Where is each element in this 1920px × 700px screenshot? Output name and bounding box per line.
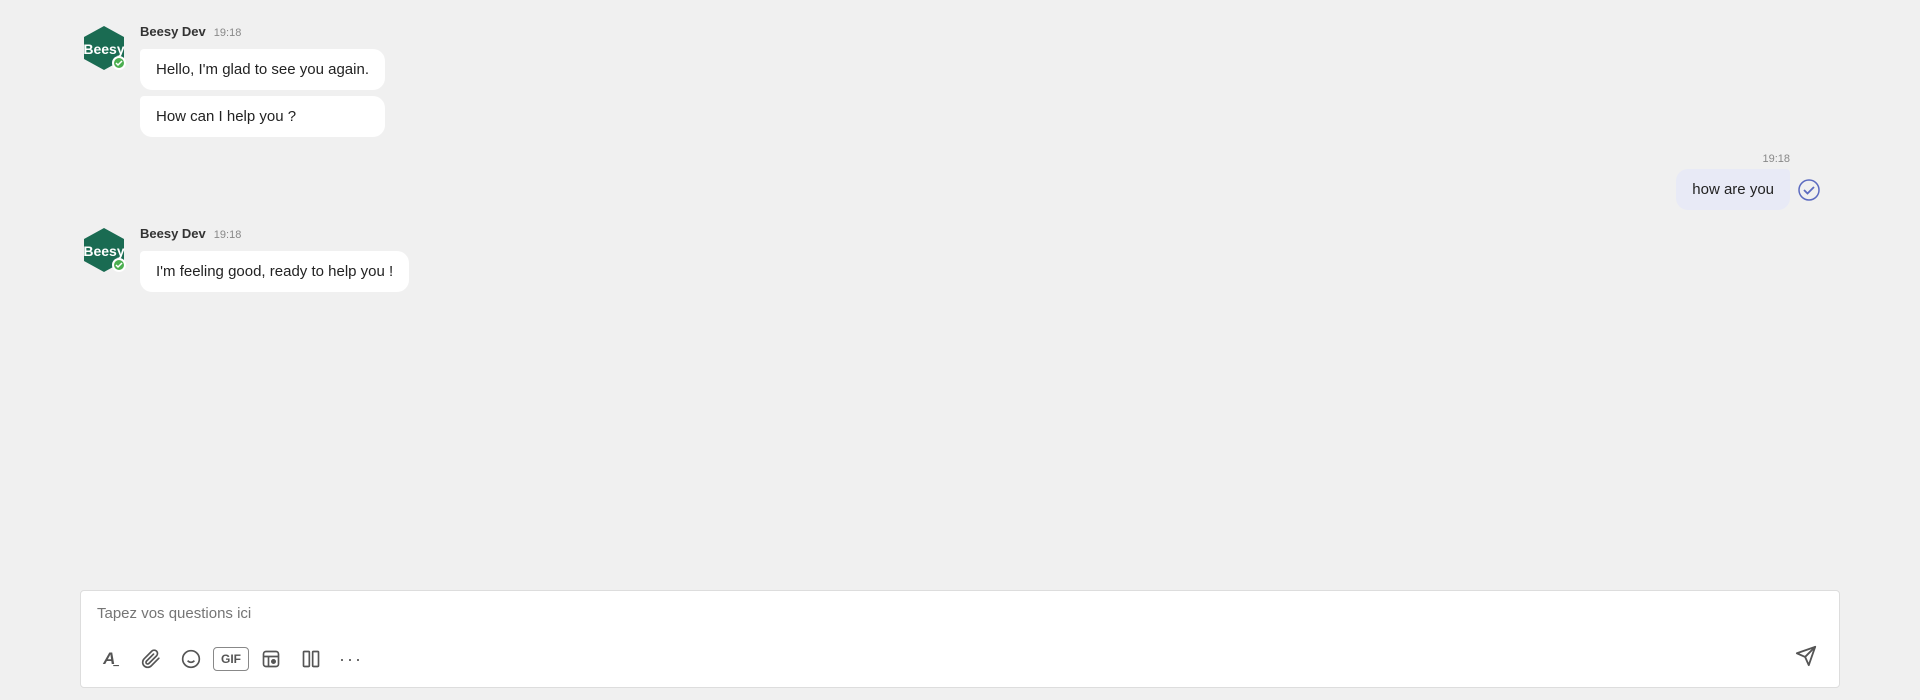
- gif-button[interactable]: GIF: [213, 647, 249, 671]
- bot-time-1: 19:18: [214, 27, 242, 39]
- send-button[interactable]: [1785, 639, 1827, 679]
- svg-text:Beesy: Beesy: [83, 243, 124, 259]
- bot-bubbles-1: Beesy Dev 19:18 Hello, I'm glad to see y…: [140, 24, 385, 137]
- bot-avatar-2: Beesy: [80, 226, 128, 274]
- bot-bubble-1a: Hello, I'm glad to see you again.: [140, 49, 385, 90]
- bot-avatar: Beesy: [80, 24, 128, 72]
- bot-time-2: 19:18: [214, 229, 242, 241]
- bot-bubble-1b: How can I help you ?: [140, 96, 385, 137]
- user-message-row: 19:18 how are you: [80, 153, 1840, 210]
- bot-message-row-1: Beesy Beesy Dev 19:18 Hello, I'm glad to…: [80, 24, 1840, 137]
- bot-online-badge: [112, 56, 126, 70]
- immersive-button[interactable]: [293, 641, 329, 677]
- user-bubble-wrapper: 19:18 how are you: [1676, 153, 1790, 210]
- gif-label: GIF: [221, 652, 241, 666]
- format-text-button[interactable]: A _: [93, 641, 129, 677]
- svg-text:Beesy: Beesy: [83, 41, 124, 57]
- bot-name-2: Beesy Dev: [140, 226, 206, 241]
- sticker-button[interactable]: [253, 641, 289, 677]
- bot-header-2: Beesy Dev 19:18: [140, 226, 409, 241]
- more-dots: ···: [339, 649, 363, 670]
- user-time: 19:18: [1762, 153, 1790, 165]
- attach-button[interactable]: [133, 641, 169, 677]
- input-box: A _ GIF: [80, 590, 1840, 688]
- bot-name-1: Beesy Dev: [140, 24, 206, 39]
- input-area: A _ GIF: [0, 582, 1920, 700]
- bot-bubble-2a: I'm feeling good, ready to help you !: [140, 251, 409, 292]
- message-status-icon: [1798, 179, 1820, 206]
- toolbar-row: A _ GIF: [81, 633, 1839, 687]
- emoji-button[interactable]: [173, 641, 209, 677]
- chat-container: Beesy Beesy Dev 19:18 Hello, I'm glad to…: [0, 0, 1920, 582]
- bot-online-badge-2: [112, 258, 126, 272]
- more-options-button[interactable]: ···: [333, 641, 369, 677]
- input-text-row[interactable]: [81, 591, 1839, 633]
- bot-bubbles-2: Beesy Dev 19:18 I'm feeling good, ready …: [140, 226, 409, 292]
- message-input[interactable]: [97, 605, 1823, 622]
- bot-message-row-2: Beesy Beesy Dev 19:18 I'm feeling good, …: [80, 226, 1840, 292]
- user-bubble: how are you: [1676, 169, 1790, 210]
- bot-header-1: Beesy Dev 19:18: [140, 24, 385, 39]
- underline-icon: _: [113, 656, 119, 667]
